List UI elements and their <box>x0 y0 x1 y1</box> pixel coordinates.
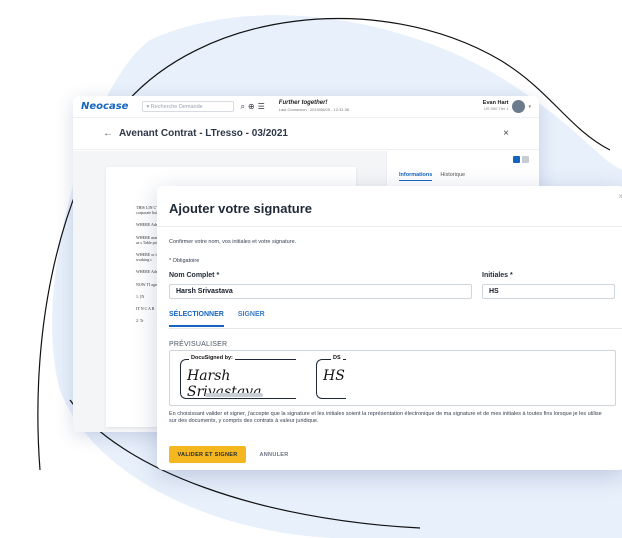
tab-selectionner[interactable]: SÉLECTIONNER <box>169 311 224 327</box>
tab-historique[interactable]: Historique <box>440 172 465 181</box>
search-icon[interactable]: ⌕ <box>240 102 244 112</box>
initials-frame: DS HS <box>316 355 346 399</box>
chevron-down-icon[interactable]: ▾ <box>528 104 531 110</box>
document-title: Avenant Contrat - LTresso - 03/2021 <box>119 128 288 139</box>
signature-tabs: SÉLECTIONNER SIGNER <box>169 311 265 327</box>
tab-informations[interactable]: Informations <box>399 172 433 181</box>
app-logo: Neocase <box>81 101 129 112</box>
list-icon[interactable]: ☰ <box>258 102 265 112</box>
modal-title: Ajouter votre signature <box>169 201 313 216</box>
initials-label: Initiales * <box>482 272 513 279</box>
signature-preview: DocuSigned by: Harsh Srivastava DS HS <box>169 350 616 406</box>
tab-signer[interactable]: SIGNER <box>238 311 265 327</box>
search-input[interactable]: ▾ Recherche Demande <box>142 101 235 112</box>
confirm-text: Confirmer votre nom, vos initiales et vo… <box>169 239 297 245</box>
initials-field[interactable]: HS <box>482 284 615 299</box>
close-icon[interactable]: × <box>618 192 622 201</box>
tagline-title: Further together! <box>278 99 328 106</box>
side-panel-tabs: Informations Historique <box>399 172 465 181</box>
app-topbar: Neocase ▾ Recherche Demande ⌕ ⊕ ☰ Furthe… <box>73 96 539 118</box>
required-note: * Obligatoire <box>169 258 200 264</box>
full-name-field[interactable]: Harsh Srivastava <box>169 284 472 299</box>
preview-label: PRÉVISUALISER <box>169 341 228 348</box>
signature-modal: × Ajouter votre signature Confirmer votr… <box>157 186 622 470</box>
signature-frame-title: DocuSigned by: <box>189 355 235 361</box>
initials-script: HS <box>323 368 345 384</box>
legal-text: En choisissant valider et signer, j'acce… <box>169 411 602 425</box>
signature-id-bar <box>205 393 263 397</box>
topbar-icons: ⌕ ⊕ ☰ <box>240 102 264 112</box>
document-header: ← Avenant Contrat - LTresso - 03/2021 × <box>73 118 539 150</box>
side-panel-buttons <box>513 156 529 163</box>
validate-sign-button[interactable]: VALIDER ET SIGNER <box>169 446 246 463</box>
initials-frame-title: DS <box>331 355 343 361</box>
more-icon[interactable] <box>522 156 529 163</box>
close-icon[interactable]: × <box>503 128 509 139</box>
edit-icon[interactable] <box>513 156 520 163</box>
avatar[interactable] <box>512 100 526 113</box>
back-arrow-icon[interactable]: ← <box>103 128 113 139</box>
user-sub: US 900 Tier 1 <box>484 106 509 112</box>
full-name-label: Nom Complet * <box>169 272 220 279</box>
cancel-button[interactable]: ANNULER <box>254 446 294 463</box>
user-block[interactable]: Evan Hart US 900 Tier 1 <box>483 100 509 113</box>
tagline: Further together! Last Connexion : 2019/… <box>279 100 349 113</box>
signature-frame: DocuSigned by: Harsh Srivastava <box>180 355 296 400</box>
divider <box>169 328 622 329</box>
zoom-icon[interactable]: ⊕ <box>248 102 255 112</box>
divider <box>157 226 622 227</box>
last-connection: Last Connexion : 2019/06/09 - 12:31:36 <box>278 106 350 112</box>
